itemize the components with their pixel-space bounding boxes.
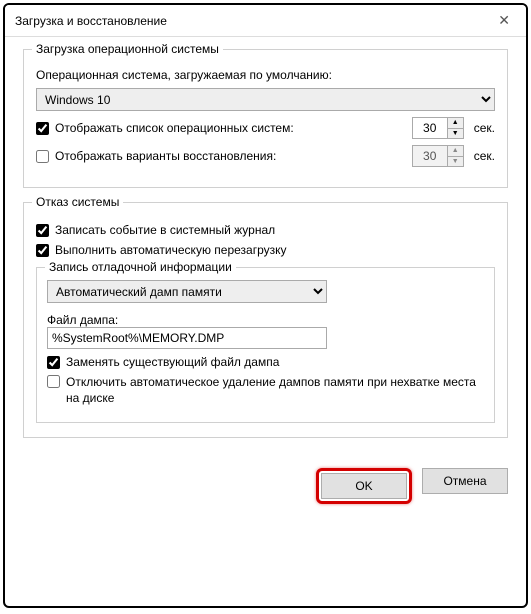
cancel-button[interactable]: Отмена	[422, 468, 508, 494]
default-os-label: Операционная система, загружаемая по умо…	[36, 68, 495, 82]
show-os-list-label[interactable]: Отображать список операционных систем:	[36, 121, 294, 135]
log-event-label[interactable]: Записать событие в системный журнал	[36, 223, 275, 237]
recovery-seconds-spinner: ▲ ▼	[412, 145, 464, 167]
disable-auto-delete-checkbox[interactable]	[47, 375, 60, 388]
sec-label-1: сек.	[474, 121, 495, 135]
spinner-up-icon: ▲	[448, 146, 463, 157]
spinner-up-icon[interactable]: ▲	[448, 118, 463, 129]
disable-auto-delete-label: Отключить автоматическое удаление дампов…	[66, 375, 484, 406]
os-list-seconds-value[interactable]	[413, 121, 447, 135]
titlebar: Загрузка и восстановление ✕	[5, 5, 526, 37]
overwrite-label[interactable]: Заменять существующий файл дампа	[47, 355, 279, 369]
sec-label-2: сек.	[474, 149, 495, 163]
show-os-list-checkbox[interactable]	[36, 122, 49, 135]
close-icon[interactable]: ✕	[492, 12, 516, 29]
auto-restart-checkbox[interactable]	[36, 244, 49, 257]
ok-button[interactable]: OK	[321, 473, 407, 499]
debug-legend: Запись отладочной информации	[45, 260, 236, 274]
recovery-seconds-value	[413, 149, 447, 163]
default-os-select[interactable]: Windows 10	[36, 88, 495, 111]
ok-highlight: OK	[316, 468, 412, 504]
show-recovery-label[interactable]: Отображать варианты восстановления:	[36, 149, 276, 163]
startup-legend: Загрузка операционной системы	[32, 42, 223, 56]
overwrite-checkbox[interactable]	[47, 356, 60, 369]
window-title: Загрузка и восстановление	[15, 14, 492, 28]
spinner-down-icon: ▼	[448, 157, 463, 167]
failure-legend: Отказ системы	[32, 195, 123, 209]
spinner-down-icon[interactable]: ▼	[448, 129, 463, 139]
dump-type-select[interactable]: Автоматический дамп памяти	[47, 280, 327, 303]
failure-group: Отказ системы Записать событие в системн…	[23, 202, 508, 438]
debug-group: Запись отладочной информации Автоматичес…	[36, 267, 495, 423]
auto-restart-label[interactable]: Выполнить автоматическую перезагрузку	[36, 243, 287, 257]
show-recovery-checkbox[interactable]	[36, 150, 49, 163]
log-event-checkbox[interactable]	[36, 224, 49, 237]
dump-file-label: Файл дампа:	[47, 313, 484, 327]
dump-file-input[interactable]	[47, 327, 327, 349]
os-list-seconds-spinner[interactable]: ▲ ▼	[412, 117, 464, 139]
startup-group: Загрузка операционной системы Операционн…	[23, 49, 508, 188]
